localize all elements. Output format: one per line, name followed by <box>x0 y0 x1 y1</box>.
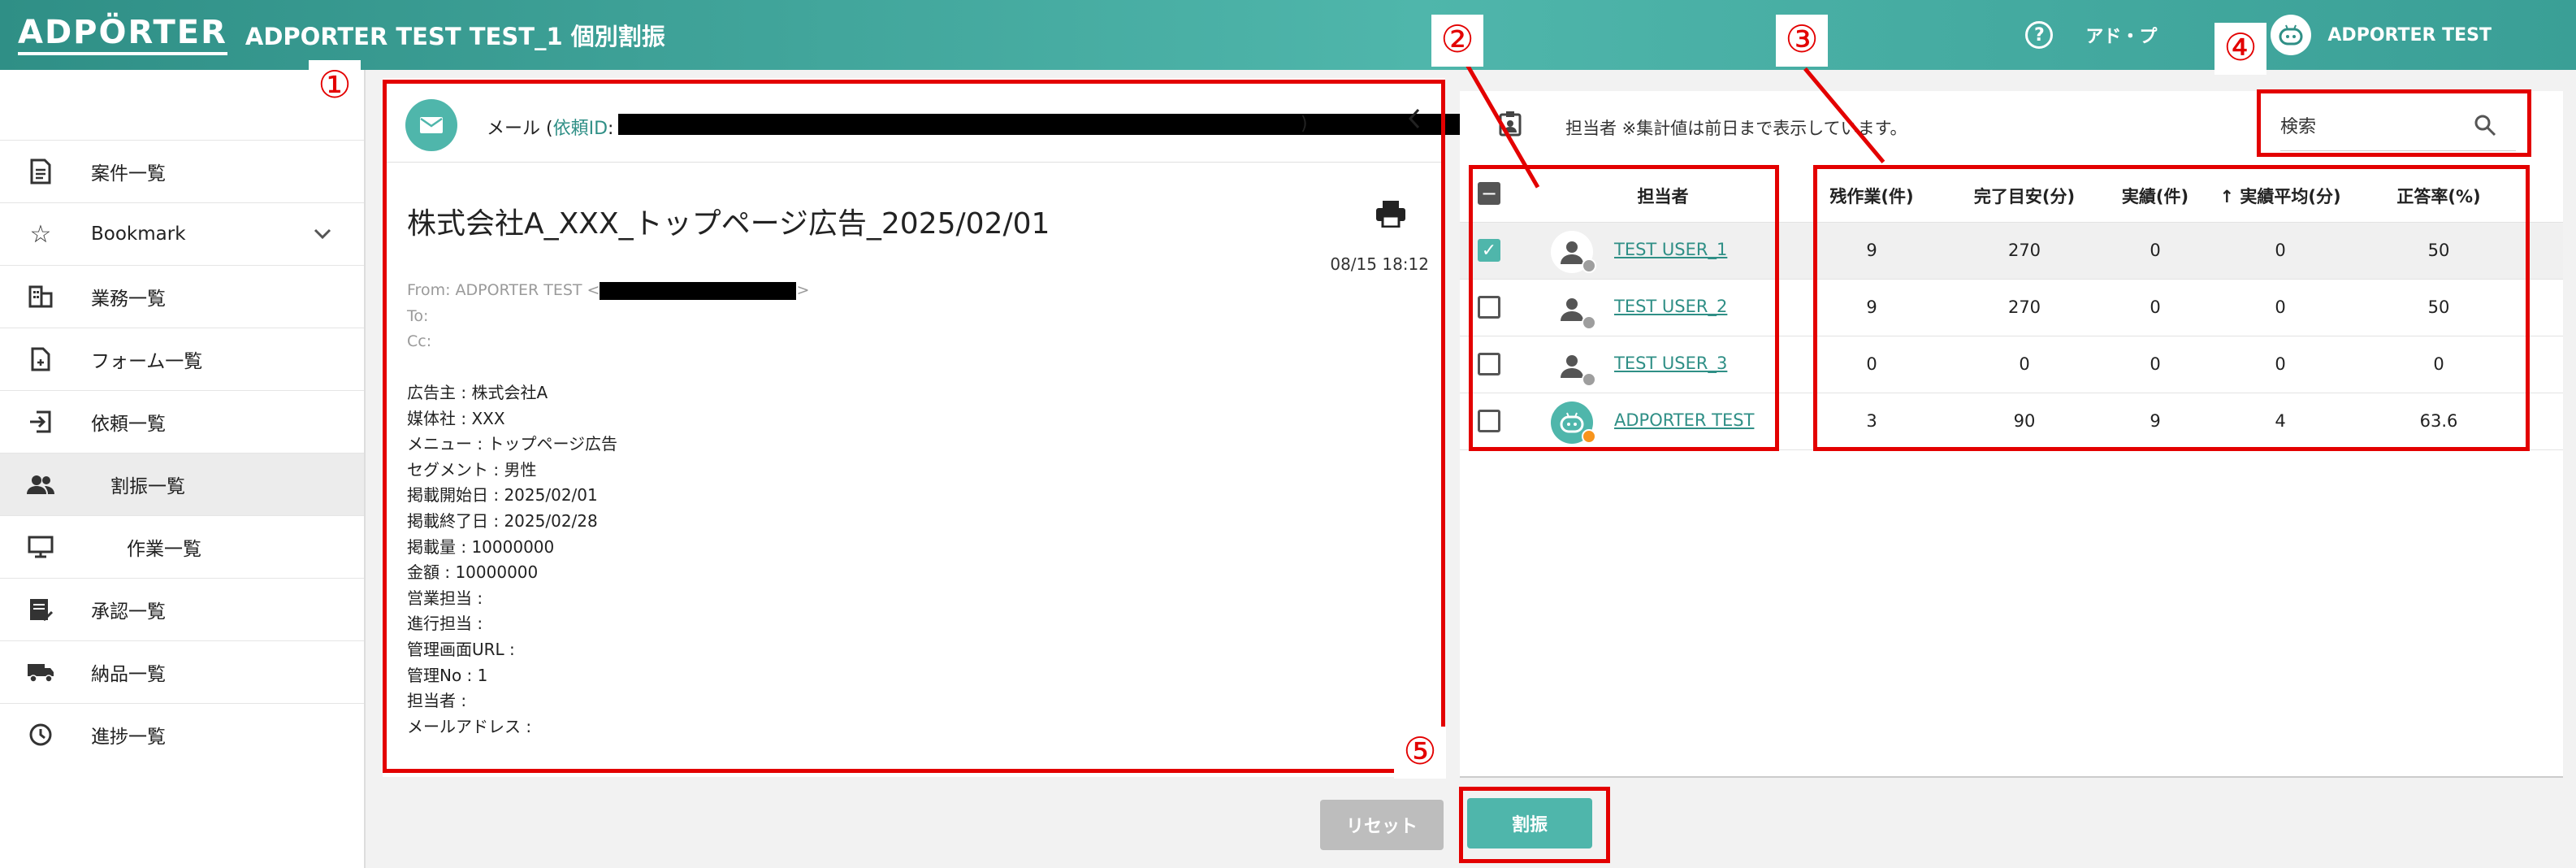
annotation-marker-5: ⑤ <box>1394 727 1446 779</box>
annotation-box-search <box>2257 89 2531 157</box>
sidebar-item-progress[interactable]: 進捗一覧 <box>0 703 364 766</box>
annotation-box-assignees <box>1469 165 1779 451</box>
reset-button[interactable]: リセット <box>1320 800 1444 850</box>
user-role: アド・プ <box>2085 27 2158 47</box>
sidebar-item-label: 進捗一覧 <box>91 727 166 748</box>
adporter-logo[interactable]: ADPÖRTER <box>18 15 227 55</box>
sidebar-item-forms[interactable]: フォーム一覧 <box>0 328 364 390</box>
sidebar-item-business[interactable]: 業務一覧 <box>0 265 364 328</box>
document-list-icon <box>24 155 57 188</box>
sidebar-item-label: 作業一覧 <box>127 539 201 560</box>
sidebar-item-deliveries[interactable]: 納品一覧 <box>0 640 364 703</box>
annotation-marker-1: ① <box>309 60 361 112</box>
clock-icon <box>24 718 57 751</box>
annotation-marker-4: ④ <box>2214 23 2266 75</box>
sidebar-item-label: 承認一覧 <box>91 601 166 623</box>
sidebar-item-label: 納品一覧 <box>91 664 166 685</box>
sidebar-item-approvals[interactable]: 承認一覧 <box>0 578 364 640</box>
sidebar-item-requests[interactable]: 依頼一覧 <box>0 390 364 453</box>
sidebar-item-label: 依頼一覧 <box>91 414 166 435</box>
sidebar-item-label: 案件一覧 <box>91 163 166 184</box>
header-right: ? アド・プ ADPORTER TEST <box>2025 0 2576 70</box>
inbox-icon <box>24 406 57 438</box>
truck-icon <box>24 656 57 688</box>
sidebar: 案件一覧 ☆ Bookmark 業務一覧 フォーム一覧 依頼一覧 割振一覧 作業… <box>0 70 366 868</box>
app-header: ADPÖRTER ADPORTER TEST TEST_1 個別割振 ? アド・… <box>0 0 2576 70</box>
sidebar-item-label: 業務一覧 <box>91 289 166 310</box>
annotation-box-assign-button <box>1459 787 1610 863</box>
building-icon <box>24 280 57 313</box>
sidebar-item-label: 割振一覧 <box>110 476 185 497</box>
annotation-box-mail <box>383 80 1445 773</box>
sidebar-item-tasks[interactable]: 作業一覧 <box>0 515 364 578</box>
approval-icon <box>24 593 57 626</box>
sidebar-item-assignments[interactable]: 割振一覧 <box>0 453 364 515</box>
people-icon <box>24 468 57 501</box>
user-name[interactable]: ADPORTER TEST <box>2327 25 2492 46</box>
user-avatar-icon[interactable] <box>2271 15 2312 55</box>
help-icon[interactable]: ? <box>2025 21 2054 49</box>
chevron-down-icon[interactable] <box>314 224 331 245</box>
monitor-icon <box>24 531 57 563</box>
page-title: ADPORTER TEST TEST_1 個別割振 <box>245 23 665 50</box>
annotation-marker-2: ② <box>1431 15 1483 67</box>
sidebar-item-label: フォーム一覧 <box>91 351 203 372</box>
star-icon: ☆ <box>29 219 52 249</box>
annotation-marker-3: ③ <box>1776 15 1828 67</box>
sidebar-item-label: Bookmark <box>91 224 186 245</box>
annotation-box-stats <box>1813 165 2530 451</box>
sidebar-item-projects[interactable]: 案件一覧 <box>0 140 364 202</box>
sidebar-item-bookmark[interactable]: ☆ Bookmark <box>0 202 364 265</box>
form-icon <box>24 343 57 375</box>
